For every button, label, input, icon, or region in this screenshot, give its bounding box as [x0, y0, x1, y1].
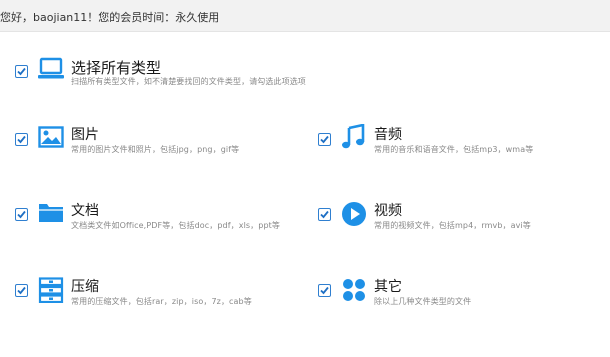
option-document-desc: 文档类文件如Office,PDF等，包括doc，pdf，xls，ppt等: [71, 221, 280, 230]
checkbox-video[interactable]: [318, 208, 331, 221]
option-document-title: 文档: [71, 203, 99, 219]
option-image-title: 图片: [71, 127, 99, 143]
top-status-bar: 您好，baojian11！您的会员时间：永久使用: [0, 0, 610, 32]
option-archive-desc: 常用的压缩文件，包括rar，zip，iso，7z，cab等: [71, 297, 252, 306]
play-icon: [341, 201, 367, 231]
option-video-title: 视频: [374, 203, 402, 219]
checkbox-audio[interactable]: [318, 133, 331, 146]
option-all-types-desc: 扫描所有类型文件，如不清楚要找回的文件类型，请勾选此项选项: [71, 77, 306, 86]
archive-icon: [38, 277, 64, 307]
option-archive-title: 压缩: [71, 279, 99, 295]
option-audio-desc: 常用的音乐和语音文件，包括mp3，wma等: [374, 145, 534, 154]
monitor-icon: [38, 57, 64, 85]
checkbox-other[interactable]: [318, 284, 331, 297]
member-greeting: 您好，baojian11！您的会员时间：永久使用: [0, 11, 220, 24]
option-audio-title: 音频: [374, 127, 402, 143]
folder-icon: [38, 201, 64, 227]
checkbox-archive[interactable]: [15, 284, 28, 297]
grid-icon: [342, 278, 366, 306]
checkbox-document[interactable]: [15, 208, 28, 221]
option-image-desc: 常用的图片文件和照片，包括jpg，png，gif等: [71, 145, 240, 154]
option-video-desc: 常用的视频文件，包括mp4，rmvb，avi等: [374, 221, 531, 230]
option-other-desc: 除以上几种文件类型的文件: [374, 297, 472, 306]
checkbox-image[interactable]: [15, 133, 28, 146]
image-icon: [38, 126, 64, 152]
option-other-title: 其它: [374, 279, 402, 295]
option-all-types-title: 选择所有类型: [71, 59, 162, 77]
music-note-icon: [341, 123, 365, 154]
checkbox-all-types[interactable]: [15, 65, 28, 78]
